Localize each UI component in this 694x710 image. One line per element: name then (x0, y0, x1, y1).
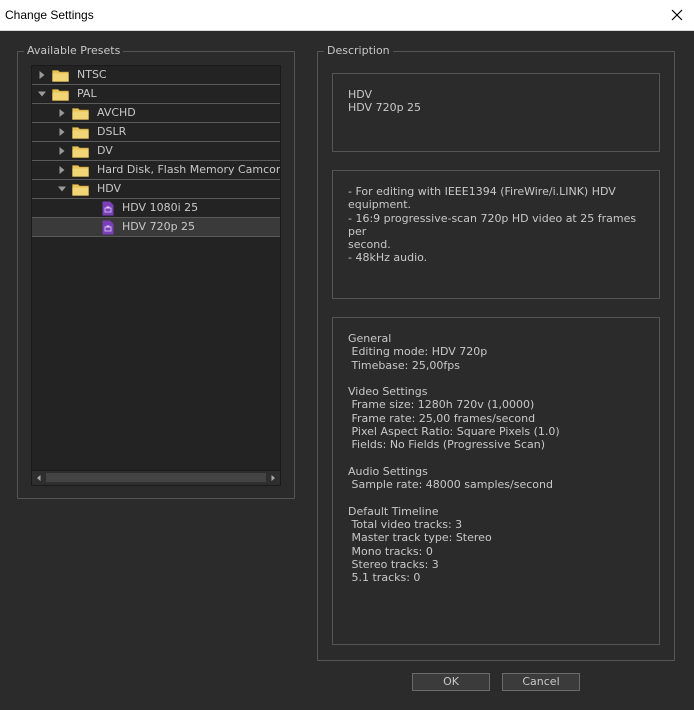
preset-description-text: - For editing with IEEE1394 (FireWire/i.… (348, 185, 637, 265)
presets-tree[interactable]: NTSC PAL AVCHD DSLR DV Hard Disk, Flash Memor… (31, 65, 281, 486)
expand-right-icon[interactable] (57, 146, 67, 156)
description-group-label: Description (324, 44, 393, 58)
preset-file-icon (102, 220, 114, 235)
close-icon (671, 9, 683, 21)
tree-folder-row[interactable]: DV (32, 142, 280, 161)
tree-preset-row[interactable]: HDV 720p 25 (32, 218, 280, 237)
close-button[interactable] (660, 0, 694, 30)
preset-details-text: General Editing mode: HDV 720p Timebase:… (348, 332, 560, 585)
preset-name-box: HDV HDV 720p 25 (332, 73, 660, 152)
tree-item-label: DSLR (97, 125, 127, 138)
tree-item-label: NTSC (77, 68, 107, 81)
tree-folder-row[interactable]: HDV (32, 180, 280, 199)
preset-name-text: HDV HDV 720p 25 (348, 88, 422, 115)
tree-folder-row[interactable]: AVCHD (32, 104, 280, 123)
tree-preset-row[interactable]: HDV 1080i 25 (32, 199, 280, 218)
expand-down-icon[interactable] (57, 184, 67, 194)
expand-right-icon[interactable] (57, 108, 67, 118)
scroll-left-button[interactable] (32, 471, 46, 485)
folder-icon (52, 89, 69, 101)
tree-folder-row[interactable]: Hard Disk, Flash Memory Camcorders (32, 161, 280, 180)
scroll-right-button[interactable] (266, 471, 280, 485)
folder-icon (72, 108, 89, 120)
tree-folder-row[interactable]: DSLR (32, 123, 280, 142)
preset-description-box: - For editing with IEEE1394 (FireWire/i.… (332, 170, 660, 299)
expand-right-icon[interactable] (57, 127, 67, 137)
folder-icon (72, 184, 89, 196)
tree-item-label: DV (97, 144, 113, 157)
folder-icon (52, 70, 69, 82)
cancel-button[interactable]: Cancel (502, 673, 580, 691)
tree-item-label: HDV (97, 182, 122, 195)
tree-horizontal-scrollbar[interactable] (32, 470, 280, 485)
tree-folder-row[interactable]: NTSC (32, 66, 280, 85)
expand-right-icon[interactable] (37, 70, 47, 80)
tree-folder-row[interactable]: PAL (32, 85, 280, 104)
title-bar: Change Settings (0, 0, 694, 31)
preset-details-box: General Editing mode: HDV 720p Timebase:… (332, 317, 660, 645)
ok-button[interactable]: OK (412, 673, 490, 691)
folder-icon (72, 165, 89, 177)
tree-item-label: HDV 720p 25 (122, 220, 196, 233)
scroll-right-icon (271, 475, 275, 481)
scroll-thumb[interactable] (46, 473, 266, 482)
tree-item-label: HDV 1080i 25 (122, 201, 199, 214)
expand-right-icon[interactable] (57, 165, 67, 175)
tree-item-label: AVCHD (97, 106, 136, 119)
expand-down-icon[interactable] (37, 89, 47, 99)
tree-item-label: PAL (77, 87, 97, 100)
presets-group-label: Available Presets (24, 44, 124, 58)
tree-item-label: Hard Disk, Flash Memory Camcorders (97, 163, 281, 176)
scroll-left-icon (37, 475, 41, 481)
folder-icon (72, 127, 89, 139)
preset-file-icon (102, 201, 114, 216)
window-title: Change Settings (5, 8, 94, 22)
folder-icon (72, 146, 89, 158)
